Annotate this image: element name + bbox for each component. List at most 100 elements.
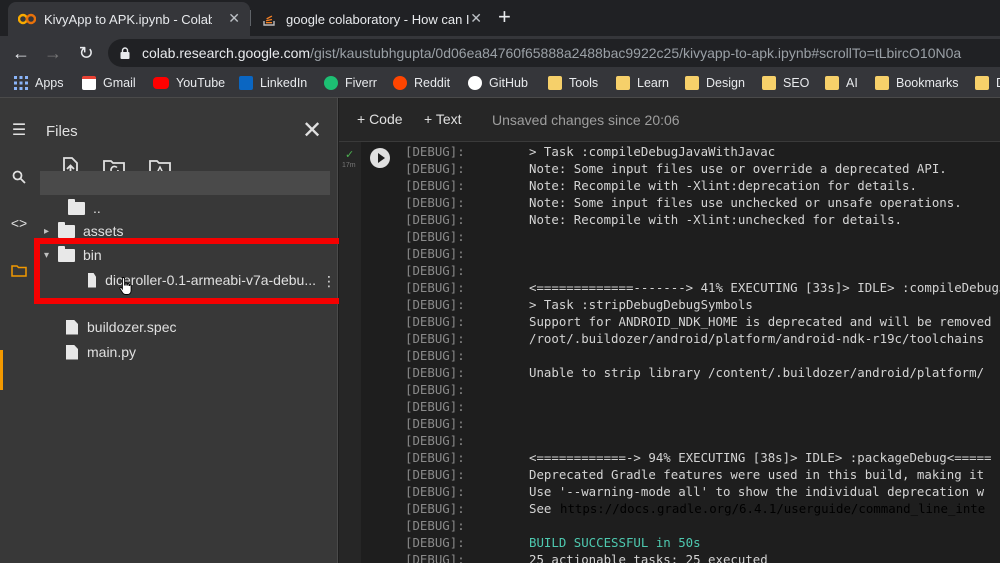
debug-tag: [DEBUG]: [405, 552, 465, 563]
debug-tag: [DEBUG]: [405, 467, 465, 482]
bookmark-folder-bookmarks[interactable]: Bookmarks [875, 76, 959, 90]
selected-file-row [40, 171, 330, 195]
url-host: colab.research.google.com [142, 45, 311, 61]
debug-tag: [DEBUG]: [405, 263, 465, 278]
run-cell-button[interactable] [370, 148, 390, 168]
bookmark-folder-ai[interactable]: AI [825, 76, 858, 90]
bookmark-label: Gmail [103, 76, 136, 90]
bookmark-apps[interactable]: Apps [14, 76, 64, 90]
log-message: Support for ANDROID_NDK_HOME is deprecat… [529, 314, 992, 329]
bookmark-gmail[interactable]: Gmail [82, 76, 136, 90]
bookmark-label: AI [846, 76, 858, 90]
forward-arrow-icon[interactable]: → [40, 40, 66, 66]
log-line: [DEBUG]: [405, 381, 465, 398]
add-code-button[interactable]: + Code [357, 111, 403, 127]
debug-tag: [DEBUG]: [405, 280, 465, 295]
log-line: [DEBUG]: Note: Recompile with -Xlint:depr… [405, 177, 917, 194]
bookmark-label: Bookmarks [896, 76, 959, 90]
address-bar[interactable]: colab.research.google.com /gist/kaustubh… [108, 39, 1000, 67]
debug-tag: [DEBUG]: [405, 314, 465, 329]
debug-tag: [DEBUG]: [405, 246, 465, 261]
debug-tag: [DEBUG]: [405, 297, 465, 312]
tab-colab-notebook[interactable]: KivyApp to APK.ipynb - Colaboratory ✕ [8, 2, 250, 36]
debug-tag: [DEBUG]: [405, 399, 465, 414]
debug-tag: [DEBUG]: [405, 144, 465, 159]
bookmark-folder-seo[interactable]: SEO [762, 76, 809, 90]
cell-gutter [339, 142, 361, 563]
tab-stackoverflow[interactable]: google colaboratory - How can I download… [252, 2, 492, 36]
bookmark-folder-design[interactable]: Design [685, 76, 745, 90]
log-line: [DEBUG]: [405, 245, 465, 262]
colab-left-rail: ☰ <> [0, 98, 38, 563]
bookmark-folder-learn[interactable]: Learn [616, 76, 669, 90]
log-line: [DEBUG]: /root/.buildozer/android/platfor… [405, 330, 984, 347]
folder-icon [548, 76, 562, 90]
cell-output: [DEBUG]: > Task :compileDebugJavaWithJava… [405, 140, 1000, 563]
bookmark-folder-tools[interactable]: Tools [548, 76, 598, 90]
folder-icon [58, 221, 75, 238]
log-line: [DEBUG]: > Task :compileDebugJavaWithJava… [405, 143, 775, 160]
tree-item-buildozer-spec[interactable]: buildozer.spec [66, 316, 177, 338]
bookmark-reddit[interactable]: Reddit [393, 76, 450, 90]
folder-up-icon [68, 198, 85, 215]
log-message: Note: Recompile with -Xlint:unchecked fo… [529, 212, 902, 227]
log-line: [DEBUG]: Note: Some input files use unche… [405, 194, 962, 211]
close-icon[interactable]: ✕ [470, 10, 482, 27]
bookmark-label: Apps [35, 76, 64, 90]
log-line: [DEBUG]: [405, 432, 465, 449]
tab-separator [250, 10, 251, 26]
check-icon: ✓ [345, 149, 355, 161]
log-line: [DEBUG]: [405, 415, 465, 432]
debug-tag: [DEBUG]: [405, 484, 465, 499]
log-message: > Task :compileDebugJavaWithJavac [529, 144, 776, 159]
new-tab-button[interactable]: + [498, 4, 511, 30]
table-of-contents-icon[interactable]: ☰ [0, 116, 38, 146]
folder-icon[interactable] [0, 255, 38, 285]
log-message: Deprecated Gradle features were used in … [529, 467, 985, 482]
tree-item-label: buildozer.spec [87, 319, 177, 335]
bookmark-label: Fiverr [345, 76, 377, 90]
tab-title: google colaboratory - How can I download [286, 11, 470, 27]
caret-right-icon[interactable]: ▸ [44, 226, 58, 237]
log-line: [DEBUG]: [405, 398, 465, 415]
bookmark-youtube[interactable]: YouTube [153, 76, 225, 90]
log-message: > Task :stripDebugDebugSymbols [529, 297, 753, 312]
bookmark-fiverr[interactable]: Fiverr [324, 76, 377, 90]
bookmark-label: YouTube [176, 76, 226, 90]
search-icon[interactable] [0, 162, 38, 192]
bookmark-linkedin[interactable]: LinkedIn [239, 76, 307, 90]
tree-item-main-py[interactable]: main.py [66, 341, 136, 363]
folder-icon [975, 76, 989, 90]
close-icon[interactable]: ✕ [302, 116, 322, 145]
files-panel-title: Files [46, 123, 78, 140]
log-line: [DEBUG]: BUILD SUCCESSFUL in 50s [405, 534, 701, 551]
debug-tag: [DEBUG]: [405, 501, 465, 516]
log-line: [DEBUG]: <=============-------> 41% EXECU… [405, 279, 1000, 296]
log-message: 25 actionable tasks: 25 executed [529, 552, 768, 563]
debug-tag: [DEBUG]: [405, 518, 465, 533]
gradle-docs-link[interactable]: https://docs.gradle.org/6.4.1/userguide/… [560, 501, 985, 516]
log-message: Note: Some input files use or override a… [529, 161, 947, 176]
tree-item-parent[interactable]: .. [54, 197, 101, 219]
debug-tag: [DEBUG]: [405, 195, 465, 210]
file-icon [66, 319, 78, 335]
apps-grid-icon [14, 76, 28, 90]
debug-tag: [DEBUG]: [405, 348, 465, 363]
folder-icon [762, 76, 776, 90]
log-line: [DEBUG]: 25 actionable tasks: 25 executed [405, 551, 768, 563]
add-text-button[interactable]: + Text [424, 111, 462, 127]
code-snippets-icon[interactable]: <> [0, 208, 38, 238]
bookmark-github[interactable]: GitHub [468, 76, 528, 90]
back-arrow-icon[interactable]: ← [8, 40, 34, 66]
hand-cursor-icon [119, 277, 132, 295]
url-path: /gist/kaustubhgupta/0d06ea84760f65888a24… [310, 45, 962, 61]
log-line: [DEBUG]: [405, 347, 465, 364]
bookmark-label: Reddit [414, 76, 451, 90]
tab-title: KivyApp to APK.ipynb - Colaboratory [44, 11, 212, 27]
close-icon[interactable]: ✕ [228, 10, 240, 27]
reload-icon[interactable]: ↻ [73, 40, 99, 66]
bookmark-label: LinkedIn [260, 76, 308, 90]
debug-tag: [DEBUG]: [405, 433, 465, 448]
bookmark-folder-d[interactable]: D [975, 76, 1000, 90]
debug-tag: [DEBUG]: [405, 212, 465, 227]
